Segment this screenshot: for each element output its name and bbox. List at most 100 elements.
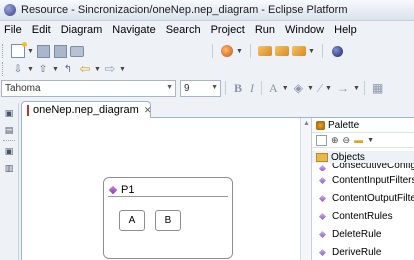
package-explorer-icon[interactable]: ▤ (2, 123, 16, 137)
forward-arrow-icon[interactable]: ⇨ (102, 61, 118, 77)
palette-item-label: DeriveRule (332, 246, 382, 258)
palette-item-label: ContentRules (332, 210, 393, 222)
folder-icon (316, 152, 328, 162)
palette-item[interactable]: DeleteRule (312, 225, 414, 243)
new-file-icon (11, 42, 27, 58)
node-title[interactable]: P1 (121, 184, 134, 196)
diamond-icon (318, 230, 327, 238)
font-color-dropdown[interactable]: ▼ (282, 80, 289, 96)
next-annotation-button[interactable]: ⇩ (10, 61, 26, 77)
save-all-icon (53, 44, 67, 58)
eclipse-logo-icon (4, 4, 16, 16)
close-icon[interactable]: ✕ (144, 105, 152, 116)
new-button[interactable] (10, 42, 27, 59)
note-tool-icon[interactable]: ▬ (354, 135, 363, 145)
restore-icon[interactable]: ▣ (2, 106, 16, 120)
palette-item[interactable]: DeriveRule (312, 243, 414, 260)
last-edit-button[interactable]: ↰ (60, 61, 76, 77)
child-node[interactable]: A (119, 210, 145, 231)
font-family-select[interactable]: Tahoma ▼ (1, 79, 176, 97)
print-button[interactable] (69, 43, 85, 59)
diamond-icon (318, 248, 327, 256)
fill-color-dropdown[interactable]: ▼ (307, 80, 314, 96)
pencil-icon (292, 46, 306, 56)
menu-project[interactable]: Project (206, 24, 250, 36)
open-type-button[interactable] (257, 43, 273, 59)
palette-item-label: ContentInputFilters (332, 174, 414, 186)
palette-item[interactable]: ContentRules (312, 207, 414, 225)
palette-icon (316, 120, 325, 130)
toolbar-grip[interactable] (2, 44, 6, 58)
save-button[interactable] (35, 43, 51, 59)
palette-item[interactable]: ContentOutputFilte (312, 189, 414, 207)
prev-annotation-button[interactable]: ⇧ (35, 61, 51, 77)
diagram-canvas[interactable]: P1 A B (21, 118, 301, 260)
layout-icon[interactable]: ▦ (372, 81, 383, 96)
back-arrow-icon[interactable]: ⇦ (77, 61, 93, 77)
palette-item-label: ConsecutiveConfig (332, 163, 414, 171)
line-style-icon[interactable]: → (337, 81, 349, 96)
italic-icon[interactable]: I (250, 81, 254, 96)
scroll-up-icon[interactable]: ▲ (303, 120, 310, 127)
node-divider (108, 196, 228, 197)
format-toolbar: Tahoma ▼ 9 ▼ B I A ▼ ◈ ▼ ∕ ▼ → ▼ ▦ (0, 79, 414, 97)
perspective-button[interactable] (329, 43, 345, 59)
restore-icon-2[interactable]: ▣ (2, 144, 16, 158)
editor-tab[interactable]: oneNep.nep_diagram ✕ (21, 101, 151, 118)
font-family-value: Tahoma (5, 82, 41, 94)
drawer-label: Objects (331, 151, 365, 163)
new-dropdown[interactable]: ▼ (27, 43, 34, 59)
main-toolbar: ▼ ▼ ▼ (0, 42, 414, 60)
font-size-select[interactable]: 9 ▼ (180, 79, 221, 97)
back-dropdown[interactable]: ▼ (94, 61, 101, 77)
palette-drawer-objects[interactable]: Objects (312, 151, 414, 163)
diamond-icon (318, 212, 327, 220)
forward-dropdown[interactable]: ▼ (119, 61, 126, 77)
palette-item-label: ContentOutputFilte (332, 192, 414, 204)
editor-tab-label: oneNep.nep_diagram (33, 104, 139, 116)
edit-dropdown[interactable]: ▼ (308, 43, 315, 59)
left-trim-bar: ▣ ▤ ▣ ▥ (0, 103, 19, 260)
menu-window[interactable]: Window (280, 24, 329, 36)
menu-diagram[interactable]: Diagram (56, 24, 108, 36)
edit-button[interactable] (291, 43, 307, 59)
chevron-down-icon: ▼ (166, 83, 173, 91)
fill-color-icon[interactable]: ◈ (294, 81, 303, 96)
perspective-icon (331, 45, 343, 57)
menu-bar: File Edit Diagram Navigate Search Projec… (0, 21, 414, 38)
next-annotation-dropdown[interactable]: ▼ (27, 61, 34, 77)
menu-file[interactable]: File (0, 24, 27, 36)
font-color-icon[interactable]: A (269, 81, 278, 96)
line-color-dropdown[interactable]: ▼ (325, 80, 332, 96)
line-color-icon[interactable]: ∕ (319, 81, 321, 96)
select-tool-icon[interactable] (316, 134, 327, 146)
bold-icon[interactable]: B (234, 81, 242, 96)
font-size-value: 9 (184, 82, 190, 94)
line-style-dropdown[interactable]: ▼ (353, 80, 360, 96)
menu-edit[interactable]: Edit (27, 24, 56, 36)
prev-annotation-dropdown[interactable]: ▼ (52, 61, 59, 77)
menu-run[interactable]: Run (250, 24, 280, 36)
search-button[interactable] (274, 43, 290, 59)
outline-icon[interactable]: ▥ (2, 161, 16, 175)
note-dropdown[interactable]: ▼ (367, 137, 374, 144)
zoom-in-icon[interactable]: ⊕ (331, 135, 339, 146)
run-button[interactable] (219, 43, 235, 59)
toolbar-grip-2[interactable] (2, 62, 6, 76)
menu-navigate[interactable]: Navigate (107, 24, 160, 36)
node-type-icon (108, 185, 118, 195)
canvas-scrollbar[interactable]: ▲ (300, 118, 311, 260)
palette-item[interactable]: ConsecutiveConfig (312, 163, 414, 171)
diagram-file-icon (27, 104, 29, 116)
zoom-out-icon[interactable]: ⊖ (343, 135, 351, 146)
menu-help[interactable]: Help (329, 24, 362, 36)
diagram-node[interactable]: P1 A B (103, 177, 233, 259)
palette-item[interactable]: ContentInputFilters (312, 171, 414, 189)
run-icon (221, 45, 233, 57)
window-title: Resource - Sincronizacion/oneNep.nep_dia… (21, 4, 348, 16)
palette-header[interactable]: Palette (312, 118, 414, 133)
save-all-button[interactable] (52, 43, 68, 59)
child-node[interactable]: B (155, 210, 181, 231)
menu-search[interactable]: Search (161, 24, 206, 36)
run-dropdown[interactable]: ▼ (236, 43, 243, 59)
